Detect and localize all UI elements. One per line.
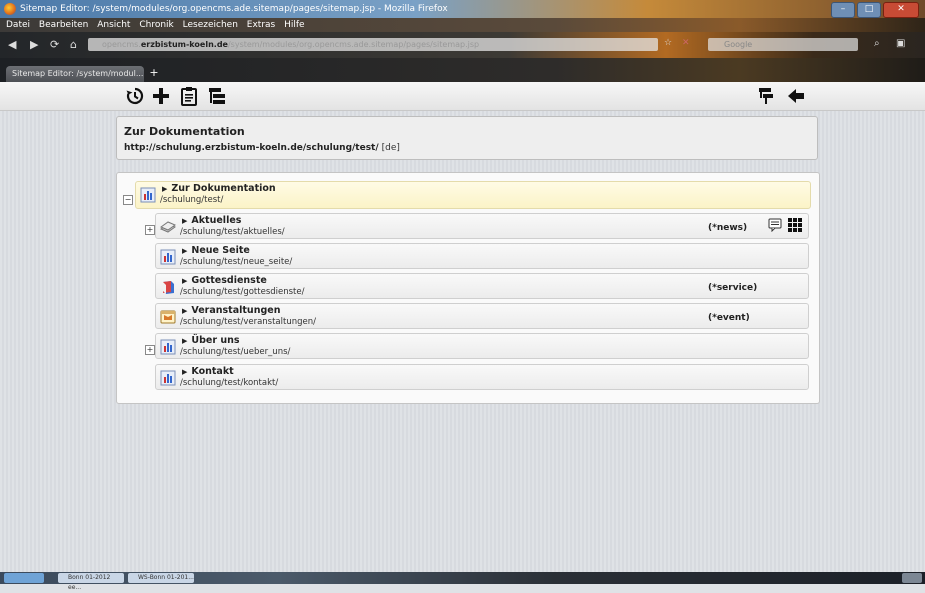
page-icon — [140, 187, 156, 203]
clipboard-icon[interactable] — [179, 86, 199, 106]
tab-sitemap-editor[interactable]: Sitemap Editor: /system/modul... — [6, 66, 144, 82]
search-go-icon[interactable]: ⌕ — [874, 38, 880, 49]
node-type-badge: (*news) — [708, 223, 748, 233]
stop-icon[interactable]: ✕ — [682, 38, 690, 48]
window-title: Sitemap Editor: /system/modules/org.open… — [20, 4, 448, 14]
menubar: Datei Bearbeiten Ansicht Chronik Lesezei… — [0, 18, 925, 32]
site-url-text: http://schulung.erzbistum-koeln.de/schul… — [124, 143, 379, 153]
event-icon — [160, 309, 176, 325]
grid-icon[interactable] — [788, 218, 802, 232]
back-icon[interactable]: ◀ — [8, 38, 16, 51]
page-title: Zur Dokumentation — [124, 125, 245, 138]
tree-node-gottesdienste[interactable]: ▶ Gottesdienste /schulung/test/gottesdien… — [155, 273, 809, 299]
search-input[interactable]: Google — [708, 38, 858, 51]
node-path: /schulung/test/ueber_uns/ — [180, 347, 291, 357]
minimize-button[interactable]: – — [831, 2, 855, 18]
menu-lesezeichen[interactable]: Lesezeichen — [183, 20, 238, 30]
tree-node-kontakt[interactable]: ▶ Kontakt /schulung/test/kontakt/ — [155, 364, 809, 390]
sitemap-icon[interactable] — [207, 86, 227, 106]
node-path: /schulung/test/neue_seite/ — [180, 257, 293, 267]
back-arrow-icon[interactable] — [786, 86, 806, 106]
node-type-badge: (*event) — [708, 313, 750, 323]
tab-strip: Sitemap Editor: /system/modul... + — [0, 58, 925, 82]
close-button[interactable]: ✕ — [883, 2, 919, 18]
tree-node-ueber-uns[interactable]: ▶ Über uns /schulung/test/ueber_uns/ — [155, 333, 809, 359]
node-title: ▶ Zur Dokumentation — [162, 183, 276, 194]
add-icon[interactable] — [151, 86, 171, 106]
node-path: /schulung/test/aktuelles/ — [180, 227, 285, 237]
taskbar: Bonn 01-2012 ee... WS-Bonn 01-201... — [0, 572, 925, 591]
menu-hilfe[interactable]: Hilfe — [284, 20, 304, 30]
sitemap-tree: − ▶ Zur Dokumentation /schulung/test/ + ▶… — [116, 172, 820, 404]
node-type-badge: (*service) — [708, 283, 758, 293]
node-path: /schulung/test/kontakt/ — [180, 378, 279, 388]
forward-icon[interactable]: ▶ — [30, 38, 38, 51]
star-icon[interactable]: ☆ — [664, 38, 672, 48]
url-path: /system/modules/org.opencms.ade.sitemap/… — [227, 40, 480, 49]
new-tab-button[interactable]: + — [148, 67, 160, 79]
node-title: ▶ Über uns — [182, 335, 240, 346]
menu-bearbeiten[interactable]: Bearbeiten — [39, 20, 88, 30]
history-icon[interactable] — [125, 86, 145, 106]
page-icon — [160, 370, 176, 386]
comment-icon[interactable] — [768, 218, 782, 233]
taskbar-item[interactable]: Bonn 01-2012 ee... — [58, 573, 124, 591]
url-prefix: opencms. — [102, 40, 141, 49]
start-button[interactable] — [4, 573, 44, 583]
node-path: /schulung/test/ — [160, 195, 224, 205]
expand-ueber-uns-icon[interactable]: + — [145, 345, 155, 355]
tree-node-aktuelles[interactable]: ▶ Aktuelles /schulung/test/aktuelles/ (*n… — [155, 213, 809, 239]
node-path: /schulung/test/gottesdienste/ — [180, 287, 305, 297]
expand-aktuelles-icon[interactable]: + — [145, 225, 155, 235]
page-content: Zur Dokumentation http://schulung.erzbis… — [0, 82, 925, 572]
page-icon — [160, 339, 176, 355]
filter-icon[interactable] — [757, 86, 777, 106]
home-icon[interactable]: ⌂ — [70, 38, 77, 51]
taskbar-item[interactable]: WS-Bonn 01-201... — [128, 573, 194, 583]
firefox-icon — [4, 3, 16, 15]
node-path: /schulung/test/veranstaltungen/ — [180, 317, 316, 327]
node-title: ▶ Neue Seite — [182, 245, 250, 256]
node-title: ▶ Aktuelles — [182, 215, 242, 226]
page-icon — [160, 249, 176, 265]
maximize-button[interactable]: □ — [857, 2, 881, 18]
reload-icon[interactable]: ⟳ — [50, 38, 59, 51]
window-titlebar: Sitemap Editor: /system/modules/org.open… — [0, 0, 925, 18]
url-host: erzbistum-koeln.de — [140, 40, 228, 49]
menu-extras[interactable]: Extras — [247, 20, 275, 30]
node-title: ▶ Veranstaltungen — [182, 305, 281, 316]
navigation-bar: ◀ ▶ ⟳ ⌂ opencms.erzbistum-koeln.de/syste… — [0, 32, 925, 58]
menu-datei[interactable]: Datei — [6, 20, 30, 30]
menu-ansicht[interactable]: Ansicht — [97, 20, 130, 30]
show-desktop-button[interactable] — [902, 573, 922, 583]
url-input[interactable]: opencms.erzbistum-koeln.de/system/module… — [88, 38, 658, 51]
search-placeholder: Google — [724, 40, 753, 49]
tree-node-veranstaltungen[interactable]: ▶ Veranstaltungen /schulung/test/veransta… — [155, 303, 809, 329]
tree-node-root[interactable]: ▶ Zur Dokumentation /schulung/test/ — [135, 181, 811, 209]
menu-chronik[interactable]: Chronik — [139, 20, 173, 30]
node-title: ▶ Kontakt — [182, 366, 234, 377]
language-tag: [de] — [381, 143, 400, 153]
site-url: http://schulung.erzbistum-koeln.de/schul… — [124, 143, 400, 153]
sitemap-toolbar — [0, 82, 925, 111]
node-title: ▶ Gottesdienste — [182, 275, 267, 286]
sitemap-header: Zur Dokumentation http://schulung.erzbis… — [116, 116, 818, 160]
collapse-root-icon[interactable]: − — [123, 195, 133, 205]
addon-icon[interactable]: ▣ — [896, 38, 905, 49]
news-icon — [159, 219, 177, 235]
service-icon — [160, 279, 176, 295]
tree-node-neue-seite[interactable]: ▶ Neue Seite /schulung/test/neue_seite/ — [155, 243, 809, 269]
